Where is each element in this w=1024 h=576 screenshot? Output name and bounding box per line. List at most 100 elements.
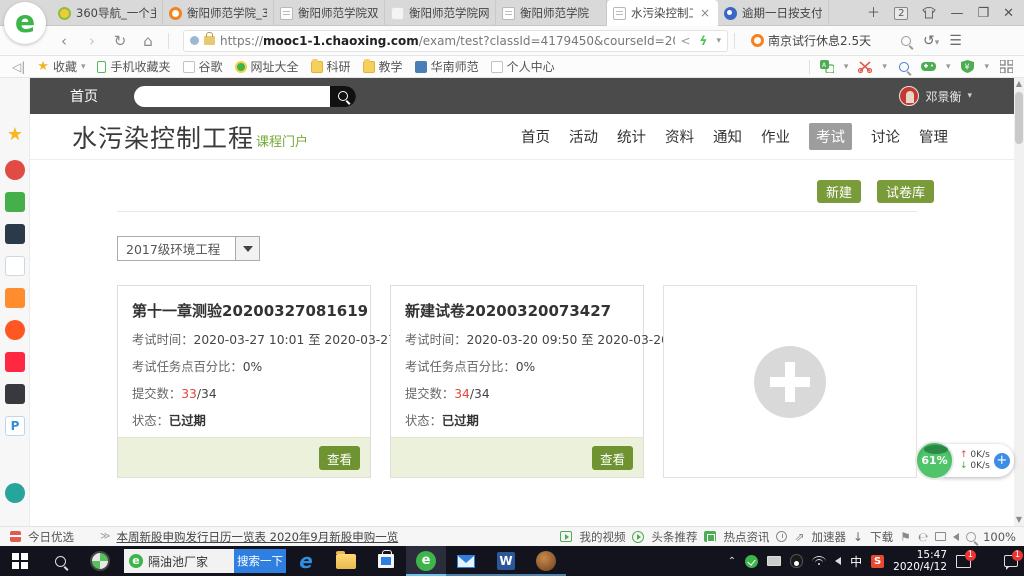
exam-card[interactable]: 新建试卷20200320073427 考试时间：2020-03-20 09:50… (390, 285, 644, 478)
favorites-star-icon[interactable]: ★ (5, 125, 25, 145)
wallet-shield-icon[interactable]: ¥ (959, 59, 975, 75)
taskbar-clock[interactable]: 15:47 2020/4/12 (893, 549, 947, 573)
wechat-app-icon[interactable] (5, 192, 25, 212)
wifi-icon[interactable] (812, 556, 826, 566)
download-icon[interactable]: ↓ (853, 530, 863, 544)
widget-add-button[interactable]: + (994, 453, 1010, 469)
window-count-badge[interactable]: 2 (894, 7, 908, 20)
helper-app-icon[interactable] (5, 483, 25, 503)
memory-usage-ball[interactable]: 61% (915, 441, 954, 480)
game-app-icon[interactable] (5, 384, 25, 404)
minimize-button[interactable]: — (950, 7, 963, 20)
taskbar-search-icon[interactable] (40, 546, 80, 576)
bookmark-item[interactable]: 网址大全 (235, 58, 299, 75)
browser-tab[interactable]: 衡阳师范学院_3 (163, 0, 274, 26)
360-pinwheel-icon[interactable] (80, 546, 120, 576)
url-text[interactable]: https://mooc1-1.chaoxing.com/exam/test?c… (220, 34, 675, 48)
share-icon[interactable]: < (680, 34, 690, 48)
menu-icon[interactable]: ☰ (949, 33, 962, 49)
bookmark-item[interactable]: 手机收藏夹 (97, 58, 170, 75)
site-search-button[interactable] (330, 86, 356, 107)
back-button[interactable]: ‹ (50, 32, 78, 50)
file-explorer-icon[interactable] (326, 546, 366, 576)
site-search-input[interactable] (134, 86, 330, 107)
nav-notice[interactable]: 通知 (713, 126, 742, 147)
microsoft-store-icon[interactable] (366, 546, 406, 576)
browser-tab[interactable]: 逾期一日按支付 (718, 0, 829, 26)
bookmark-folder[interactable]: 科研 (311, 58, 351, 75)
notes-app-icon[interactable] (5, 256, 25, 276)
taskbar-search-box[interactable]: e 搜索一下 (124, 549, 286, 573)
weibo-app-icon[interactable] (5, 160, 25, 180)
ime-indicator[interactable]: 中 (850, 553, 862, 570)
hot-news-icon[interactable] (704, 531, 716, 542)
download-label[interactable]: 下载 (870, 529, 893, 545)
today-picks-label[interactable]: 今日优选 (28, 529, 74, 545)
nav-discussion[interactable]: 讨论 (871, 126, 900, 147)
headline-icon[interactable] (632, 531, 644, 543)
favorites-menu[interactable]: ★ 收藏 ▾ (37, 58, 85, 75)
bookmark-item[interactable]: 个人中心 (491, 58, 555, 75)
browser-tab[interactable]: 衡阳师范学院双 (274, 0, 385, 26)
booster-label[interactable]: 加速器 (812, 529, 847, 545)
find-icon[interactable] (896, 59, 912, 75)
tray-expand-chevron[interactable]: ⌃ (728, 556, 736, 567)
volume-icon[interactable] (835, 557, 841, 565)
restore-tab-icon[interactable]: ↺▾ (923, 33, 939, 49)
nav-materials[interactable]: 资料 (665, 126, 694, 147)
nav-exam-active[interactable]: 考试 (809, 123, 852, 150)
chevron-down-icon[interactable]: ▾ (716, 36, 721, 46)
refresh-icon[interactable]: ↻ (106, 32, 134, 50)
notification-center-icon[interactable]: 1 (1004, 555, 1018, 567)
scroll-up-arrow[interactable]: ▲ (1014, 78, 1024, 90)
user-menu[interactable]: 邓景衡 ▾ (899, 86, 972, 106)
news-ticker-link[interactable]: 本周新股申购发行日历一览表 2020年9月新股申购一览 (116, 529, 398, 545)
taobao-app-icon[interactable] (5, 320, 25, 340)
mute-icon[interactable] (953, 533, 959, 541)
zoom-search-icon[interactable] (966, 532, 976, 542)
nav-homework[interactable]: 作业 (761, 126, 790, 147)
view-button[interactable]: 查看 (319, 446, 360, 470)
site-home-link[interactable]: 首页 (70, 86, 98, 106)
bookmark-item[interactable]: 华南师范 (415, 58, 479, 75)
nav-home[interactable]: 首页 (521, 126, 550, 147)
exam-card[interactable]: 第十一章测验20200327081619 考试时间：2020-03-27 10:… (117, 285, 371, 478)
shopping-app-icon[interactable] (5, 288, 25, 308)
qq-tray-icon[interactable] (790, 554, 803, 568)
select-dropdown-button[interactable] (235, 237, 259, 260)
pdf-app-icon[interactable]: P (5, 416, 25, 436)
games-icon[interactable] (921, 59, 937, 75)
bookmark-item[interactable]: 谷歌 (183, 58, 223, 75)
compat-mode-icon[interactable]: ℮ (918, 530, 928, 544)
screenshot-scissors-icon[interactable] (857, 59, 873, 75)
tab-close-icon[interactable]: × (698, 6, 712, 20)
view-button[interactable]: 查看 (592, 446, 633, 470)
new-tab-button[interactable]: ＋ (867, 7, 880, 20)
speed-mode-icon[interactable]: ϟ (700, 34, 708, 48)
my-videos-icon[interactable] (560, 531, 572, 542)
360-browser-logo-icon[interactable]: e (4, 2, 46, 44)
bookmark-folder[interactable]: 教学 (363, 58, 403, 75)
headline-label[interactable]: 头条推荐 (651, 529, 697, 545)
site-info-icon[interactable] (190, 36, 199, 45)
edge-taskbar-icon[interactable]: e (286, 546, 326, 576)
close-window-button[interactable]: ✕ (1003, 7, 1014, 20)
360-shield-tray-icon[interactable] (745, 555, 758, 568)
hot-news-label[interactable]: 热点资讯 (723, 529, 769, 545)
browser-tab[interactable]: 衡阳师范学院网 (385, 0, 496, 26)
class-filter-select[interactable]: 2017级环境工程 (117, 236, 260, 261)
search-go-button[interactable]: 搜索一下 (234, 549, 286, 573)
site-search-box[interactable] (134, 86, 356, 107)
paper-bank-button[interactable]: 试卷库 (877, 180, 934, 203)
apps-grid-icon[interactable] (998, 59, 1014, 75)
address-bar[interactable]: https://mooc1-1.chaoxing.com/exam/test?c… (183, 30, 728, 52)
xiaohongshu-app-icon[interactable] (5, 352, 25, 372)
nav-manage[interactable]: 管理 (919, 126, 948, 147)
notebook-tray-icon[interactable]: 1 (956, 555, 971, 568)
zoom-level[interactable]: 100% (983, 530, 1016, 544)
sogou-tray-icon[interactable]: S (871, 555, 884, 568)
forward-button[interactable]: › (78, 32, 106, 50)
home-icon[interactable]: ⌂ (134, 32, 162, 50)
browser-tab[interactable]: 衡阳师范学院 (496, 0, 607, 26)
maximize-button[interactable]: ❐ (977, 7, 989, 20)
